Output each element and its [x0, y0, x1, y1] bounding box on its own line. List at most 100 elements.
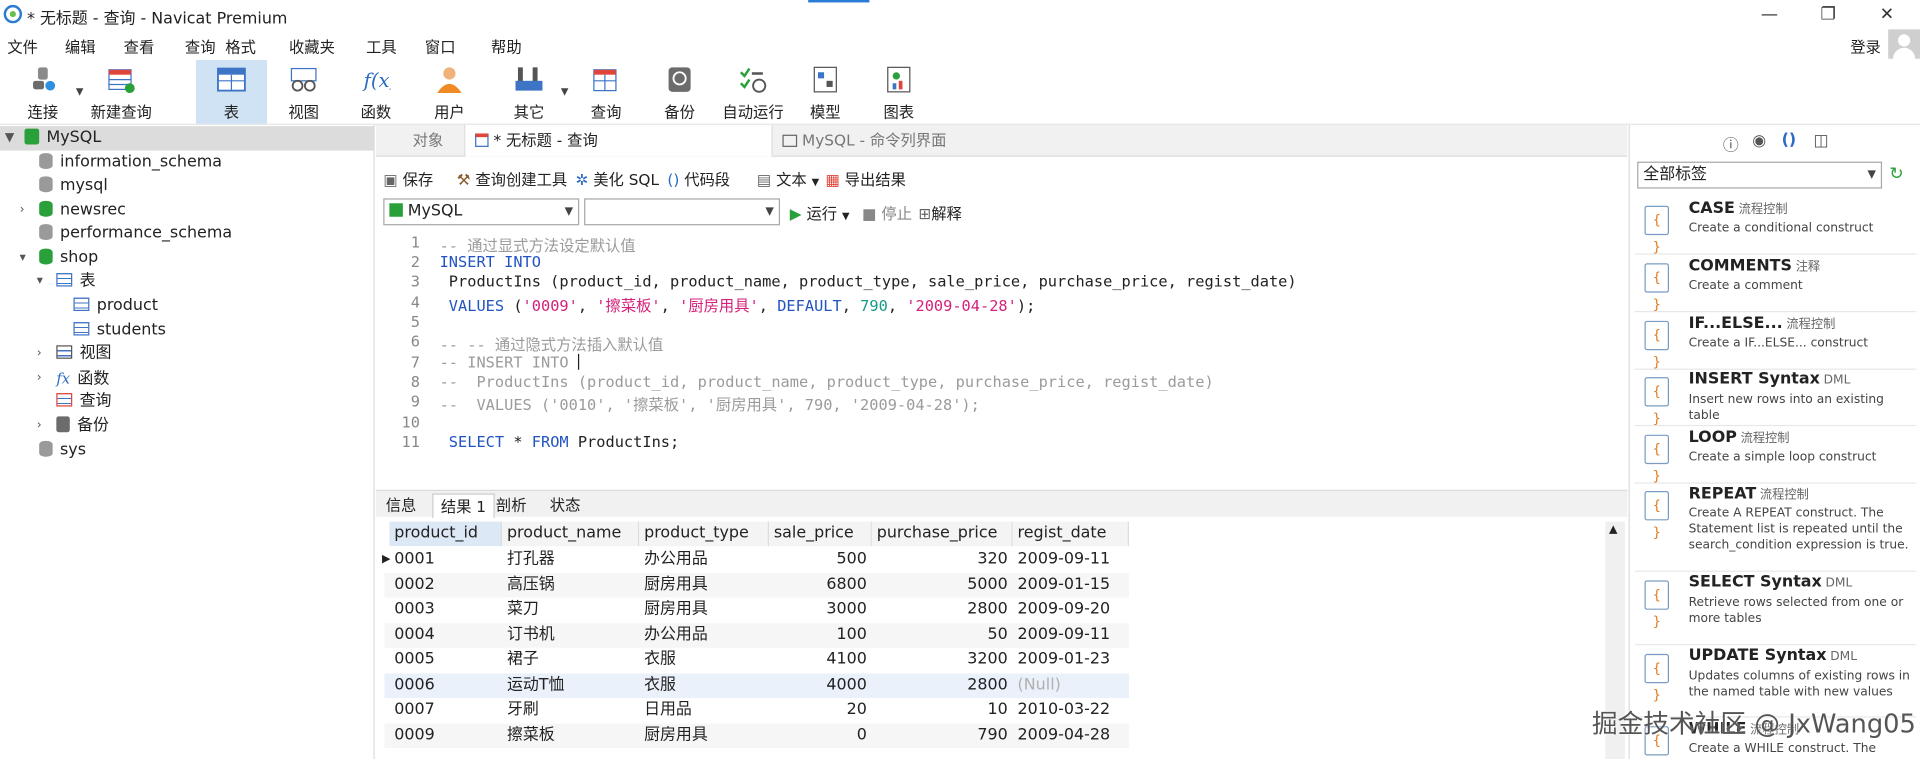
chevron-down-icon[interactable]: ▾: [37, 269, 52, 293]
function-button[interactable]: f(x) 函数: [340, 60, 411, 124]
tree-node-students[interactable]: students: [73, 318, 166, 342]
menu-window[interactable]: 窗口: [425, 34, 456, 57]
table-cell[interactable]: 2009-01-15: [1013, 572, 1129, 596]
table-cell[interactable]: 衣服: [639, 648, 769, 672]
result-grid[interactable]: product_id product_name product_type sal…: [382, 521, 1129, 752]
table-cell[interactable]: 订书机: [502, 623, 639, 647]
view-button[interactable]: 视图: [268, 60, 339, 124]
table-cell[interactable]: 2009-04-28: [1013, 723, 1129, 747]
menu-query[interactable]: 查询: [185, 34, 216, 57]
other-dropdown-icon[interactable]: ▼: [561, 86, 569, 97]
login-link[interactable]: 登录: [1850, 34, 1881, 57]
menu-favorites[interactable]: 收藏夹: [289, 34, 335, 57]
table-cell[interactable]: 2800: [872, 673, 1013, 697]
table-cell[interactable]: 4100: [769, 648, 872, 672]
table-row[interactable]: 0006 运动T恤 衣服 4000 2800 (Null): [384, 672, 1129, 698]
table-row[interactable]: 0002 高压锅 厨房用具 6800 5000 2009-01-15: [384, 572, 1129, 598]
table-cell[interactable]: 擦菜板: [502, 723, 639, 747]
column-header[interactable]: product_id: [389, 521, 503, 547]
table-cell[interactable]: 0001: [389, 547, 502, 571]
chevron-right-icon[interactable]: ›: [37, 414, 52, 438]
table-cell[interactable]: 100: [769, 623, 872, 647]
table-cell[interactable]: 厨房用具: [639, 723, 769, 747]
info-icon[interactable]: ⓘ: [1723, 132, 1739, 155]
table-cell[interactable]: 厨房用具: [639, 598, 769, 622]
tree-node-functions[interactable]: › fx 函数: [37, 366, 110, 390]
table-cell[interactable]: 0003: [389, 598, 502, 622]
text-button[interactable]: ▤ 文本 ▼: [757, 167, 819, 190]
tree-node-mysql[interactable]: ▼ MySQL: [0, 126, 374, 151]
snippet-item[interactable]: { } IF...ELSE... 流程控制 Create a IF...ELSE...…: [1634, 313, 1917, 370]
table-cell[interactable]: 4000: [769, 673, 872, 697]
table-cell[interactable]: 2009-09-20: [1013, 598, 1129, 622]
tab-info[interactable]: 信息: [378, 493, 423, 517]
model-button[interactable]: 模型: [790, 60, 861, 124]
menu-tools[interactable]: 工具: [366, 34, 397, 57]
new-query-button[interactable]: 新建查询: [86, 60, 157, 124]
auto-run-button[interactable]: 自动运行: [718, 60, 789, 124]
table-cell[interactable]: 高压锅: [502, 572, 639, 596]
chevron-right-icon[interactable]: ›: [37, 366, 52, 390]
column-header[interactable]: regist_date: [1012, 521, 1129, 547]
snippet-item[interactable]: { } SELECT Syntax DML Retrieve rows selecte…: [1634, 573, 1917, 646]
maximize-button[interactable]: ❐: [1800, 0, 1856, 29]
table-cell[interactable]: 2800: [872, 598, 1013, 622]
table-cell[interactable]: 牙刷: [502, 698, 639, 722]
table-cell[interactable]: 50: [872, 623, 1013, 647]
connect-button[interactable]: 连接: [7, 60, 78, 124]
layout-icon[interactable]: ◫: [1813, 132, 1828, 150]
chevron-right-icon[interactable]: ›: [20, 198, 35, 222]
code-snippet-icon[interactable]: (): [1782, 131, 1797, 149]
run-button[interactable]: ▶ 运行 ▼: [790, 201, 850, 224]
table-row[interactable]: ▶ 0001 打孔器 办公用品 500 320 2009-09-11: [382, 547, 1129, 572]
chart-button[interactable]: 图表: [863, 60, 934, 124]
table-cell[interactable]: 320: [872, 547, 1013, 571]
table-row[interactable]: 0005 裙子 衣服 4100 3200 2009-01-23: [384, 648, 1128, 673]
table-cell[interactable]: 2010-03-22: [1013, 698, 1129, 722]
snippet-item[interactable]: { } CASE 流程控制 Create a conditional construc…: [1634, 198, 1917, 255]
menu-file[interactable]: 文件: [7, 34, 38, 57]
tab-console[interactable]: MySQL - 命令列界面: [773, 125, 1079, 157]
chevron-down-icon[interactable]: ▼: [5, 126, 20, 150]
table-cell[interactable]: 0: [769, 723, 872, 747]
refresh-icon[interactable]: ↻: [1889, 164, 1903, 184]
table-cell[interactable]: 打孔器: [502, 547, 639, 571]
table-cell[interactable]: 0004: [389, 623, 502, 647]
table-cell[interactable]: 790: [872, 723, 1013, 747]
column-header[interactable]: purchase_price: [871, 521, 1013, 547]
tab-result-1[interactable]: 结果 1: [432, 493, 495, 518]
save-button[interactable]: ▣ 保存: [383, 167, 433, 190]
tree-node-newsrec[interactable]: › newsrec: [20, 198, 126, 222]
table-cell[interactable]: 2009-09-11: [1013, 547, 1129, 571]
menu-format[interactable]: 格式: [225, 34, 256, 57]
table-row[interactable]: 0007 牙刷 日用品 20 10 2010-03-22: [384, 698, 1128, 723]
table-button[interactable]: 表: [195, 60, 267, 124]
chevron-down-icon[interactable]: ▾: [20, 246, 35, 270]
column-header[interactable]: product_name: [502, 521, 640, 547]
backup-button[interactable]: 备份: [644, 60, 715, 124]
table-cell[interactable]: 6800: [769, 572, 872, 596]
table-cell[interactable]: 办公用品: [639, 623, 769, 647]
menu-view[interactable]: 查看: [124, 34, 155, 57]
query-button[interactable]: 查询: [571, 60, 642, 124]
scroll-up-icon[interactable]: ▲: [1609, 524, 1617, 536]
menu-edit[interactable]: 编辑: [65, 34, 96, 57]
snippet-item[interactable]: { } COMMENTS 注释 Create a comment: [1634, 256, 1917, 313]
avatar-icon[interactable]: [1888, 29, 1920, 62]
table-cell[interactable]: 500: [769, 547, 872, 571]
tab-query[interactable]: * 无标题 - 查询: [464, 124, 773, 157]
query-builder-button[interactable]: ⚒ 查询创建工具: [457, 167, 567, 190]
tag-filter-select[interactable]: 全部标签 ▼: [1637, 161, 1883, 189]
snippet-item[interactable]: { } INSERT Syntax DML Insert new rows into …: [1634, 370, 1917, 427]
table-cell[interactable]: 0009: [389, 723, 502, 747]
table-cell[interactable]: 0005: [389, 648, 502, 672]
table-cell[interactable]: 日用品: [639, 698, 769, 722]
table-cell[interactable]: 10: [872, 698, 1013, 722]
menu-help[interactable]: 帮助: [491, 34, 522, 57]
code-snippet-button[interactable]: () 代码段: [667, 167, 730, 190]
tree-node-backups[interactable]: › 备份: [37, 414, 109, 438]
other-button[interactable]: 其它: [493, 60, 564, 124]
tree-node-information-schema[interactable]: information_schema: [39, 151, 222, 175]
table-cell[interactable]: 5000: [872, 572, 1013, 596]
table-cell[interactable]: 0002: [389, 572, 502, 596]
